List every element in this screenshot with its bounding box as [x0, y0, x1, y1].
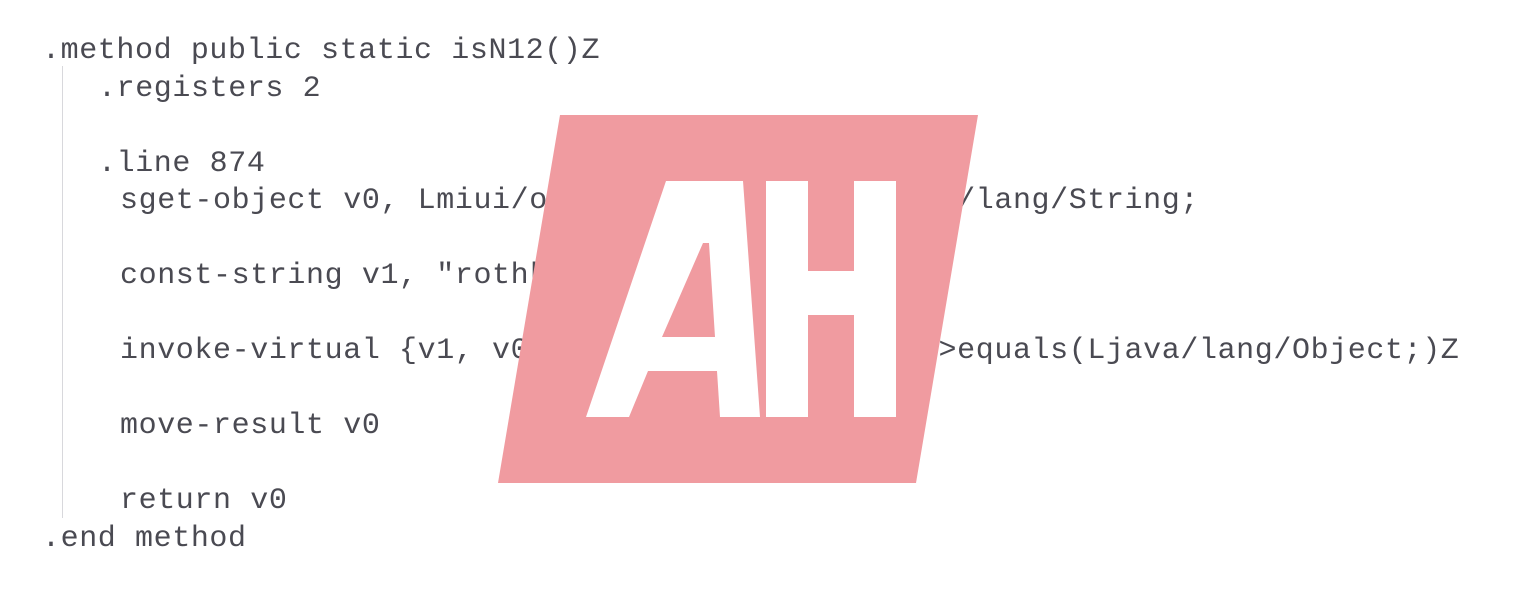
- screenshot-root: .method public static isN12()Z .registers…: [0, 0, 1540, 600]
- code-line: .end method: [42, 521, 247, 556]
- code-line: move-result v0: [120, 409, 381, 443]
- indent-guide-line: [62, 66, 63, 518]
- code-listing: .method public static isN12()Z .registers…: [0, 0, 1540, 600]
- code-line: sget-object v0, Lmiui/os/Build;->DEVICE:…: [120, 184, 1199, 218]
- code-line: .line 874: [98, 146, 266, 181]
- code-line: .registers 2: [98, 71, 322, 106]
- code-line: return v0: [120, 484, 288, 518]
- code-line: const-string v1, "rothko": [120, 259, 586, 293]
- code-line: .method public static isN12()Z: [42, 34, 601, 68]
- code-line: invoke-virtual {v1, v0}, Ljava/lang/Stri…: [120, 334, 1460, 368]
